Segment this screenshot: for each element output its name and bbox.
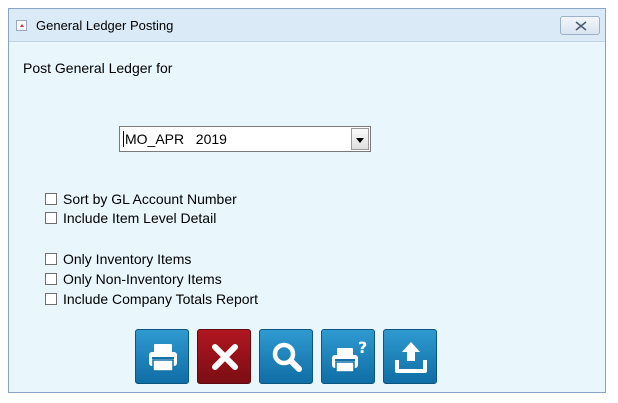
cancel-button[interactable] bbox=[197, 329, 251, 384]
export-upload-icon bbox=[395, 342, 427, 373]
window-title: General Ledger Posting bbox=[36, 18, 174, 33]
printer-icon bbox=[149, 344, 177, 372]
close-icon bbox=[575, 21, 587, 31]
export-button[interactable] bbox=[383, 329, 437, 384]
option-include-item-level-detail[interactable]: Include Item Level Detail bbox=[45, 210, 216, 226]
app-icon bbox=[16, 20, 27, 31]
option-label: Only Non-Inventory Items bbox=[63, 271, 222, 287]
option-only-non-inventory-items[interactable]: Only Non-Inventory Items bbox=[45, 271, 222, 287]
printer-help-icon: ? bbox=[332, 338, 367, 373]
option-only-inventory-items[interactable]: Only Inventory Items bbox=[45, 251, 191, 267]
checkbox[interactable] bbox=[45, 253, 57, 265]
window-close-button[interactable] bbox=[560, 16, 600, 35]
close-x-icon bbox=[212, 344, 238, 370]
option-label: Sort by GL Account Number bbox=[63, 191, 237, 207]
period-select[interactable]: MO_APR 2019 bbox=[119, 126, 371, 152]
post-ledger-heading: Post General Ledger for bbox=[23, 60, 173, 76]
checkbox[interactable] bbox=[45, 273, 57, 285]
option-label: Only Inventory Items bbox=[63, 251, 192, 267]
option-label: Include Item Level Detail bbox=[63, 210, 217, 226]
period-value: MO_APR 2019 bbox=[123, 131, 227, 147]
print-button[interactable] bbox=[135, 329, 189, 384]
print-setup-button[interactable]: ? bbox=[321, 329, 375, 384]
option-include-company-totals-report[interactable]: Include Company Totals Report bbox=[45, 291, 258, 307]
option-sort-by-gl-account[interactable]: Sort by GL Account Number bbox=[45, 191, 237, 207]
svg-text:?: ? bbox=[358, 338, 367, 357]
option-label: Include Company Totals Report bbox=[63, 291, 259, 307]
preview-button[interactable] bbox=[259, 329, 313, 384]
checkbox[interactable] bbox=[45, 193, 57, 205]
dropdown-arrow-icon[interactable] bbox=[351, 128, 369, 150]
title-bar[interactable]: General Ledger Posting bbox=[9, 9, 605, 42]
general-ledger-posting-window: General Ledger Posting Post General Ledg… bbox=[8, 8, 606, 393]
checkbox[interactable] bbox=[45, 212, 57, 224]
magnifier-icon bbox=[272, 342, 302, 372]
checkbox[interactable] bbox=[45, 293, 57, 305]
